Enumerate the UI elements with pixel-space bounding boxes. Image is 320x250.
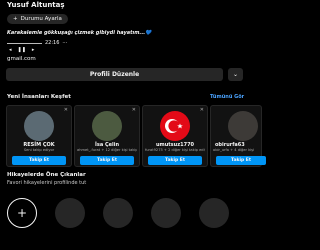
- status-label: Durumu Ayarla: [20, 16, 62, 22]
- suggestion-subtitle: obir_urfa + 4 diğer kişi: [213, 148, 255, 152]
- previous-icon[interactable]: ◂: [9, 47, 12, 53]
- follow-button[interactable]: Takip Et: [12, 156, 66, 165]
- ellipsis-icon: ···: [62, 40, 68, 46]
- highlight-placeholder: [151, 198, 181, 228]
- audio-controls: ◂ ❚❚ ▸: [9, 47, 34, 53]
- audio-progress-bar[interactable]: [7, 42, 42, 44]
- suggestion-subtitle: furat9275 + 2 diğer kişi takip ediyor: [145, 148, 205, 152]
- avatar[interactable]: [92, 111, 122, 141]
- suggestion-card[interactable]: ✕ İsa Çelin ahmet_.furat + 12 diğer kişi…: [74, 105, 140, 167]
- follow-button[interactable]: Takip Et: [80, 156, 134, 165]
- close-icon[interactable]: ✕: [64, 107, 68, 113]
- profile-name: Yusuf Altuntaş: [7, 1, 65, 9]
- avatar[interactable]: [160, 111, 190, 141]
- avatar[interactable]: [228, 111, 258, 141]
- discover-title: Yeni İnsanları Keşfet: [7, 94, 71, 100]
- highlights-subtitle: Favori hikayelerini profilinde tut: [7, 180, 87, 186]
- suggestion-card[interactable]: obirurfa63 obir_urfa + 4 diğer kişi Taki…: [210, 105, 266, 167]
- follow-button[interactable]: Takip Et: [216, 156, 266, 165]
- suggestion-subtitle: ahmet_.furat + 12 diğer kişi takip ediyo…: [77, 148, 137, 152]
- set-status-button[interactable]: + Durumu Ayarla: [7, 14, 68, 24]
- audio-time: 22:16: [45, 40, 60, 46]
- highlight-placeholder: [55, 198, 85, 228]
- close-icon[interactable]: ✕: [200, 107, 204, 113]
- highlights-title: Hikayelerde Öne Çıkanlar: [7, 172, 86, 178]
- flag-icon: [165, 119, 183, 133]
- profile-email[interactable]: gmail.com: [7, 56, 36, 62]
- suggestion-card[interactable]: ✕ RESİM ÇOK Seni takip ediyor Takip Et: [6, 105, 72, 167]
- chevron-down-icon[interactable]: ⌄: [228, 68, 243, 81]
- close-icon[interactable]: ✕: [132, 107, 136, 113]
- new-highlight-button[interactable]: +: [7, 198, 37, 228]
- avatar[interactable]: [24, 111, 54, 141]
- see-all-link[interactable]: Tümünü Gör: [210, 94, 244, 100]
- follow-button[interactable]: Takip Et: [148, 156, 202, 165]
- next-icon[interactable]: ▸: [32, 47, 35, 53]
- highlight-placeholder: [103, 198, 133, 228]
- plus-icon: +: [16, 206, 28, 220]
- audio-player[interactable]: 22:16 ···: [7, 40, 67, 46]
- pause-icon[interactable]: ❚❚: [18, 47, 26, 53]
- plus-icon: +: [13, 16, 18, 22]
- suggestion-subtitle: Seni takip ediyor: [23, 148, 55, 152]
- edit-profile-button[interactable]: Profili Düzenle: [6, 68, 223, 81]
- suggestion-card[interactable]: ✕ umutsuz1770 furat9275 + 2 diğer kişi t…: [142, 105, 208, 167]
- highlight-placeholder: [199, 198, 229, 228]
- profile-bio: Karakalemle gökkuşağı çizmek gibiydi hay…: [7, 30, 152, 36]
